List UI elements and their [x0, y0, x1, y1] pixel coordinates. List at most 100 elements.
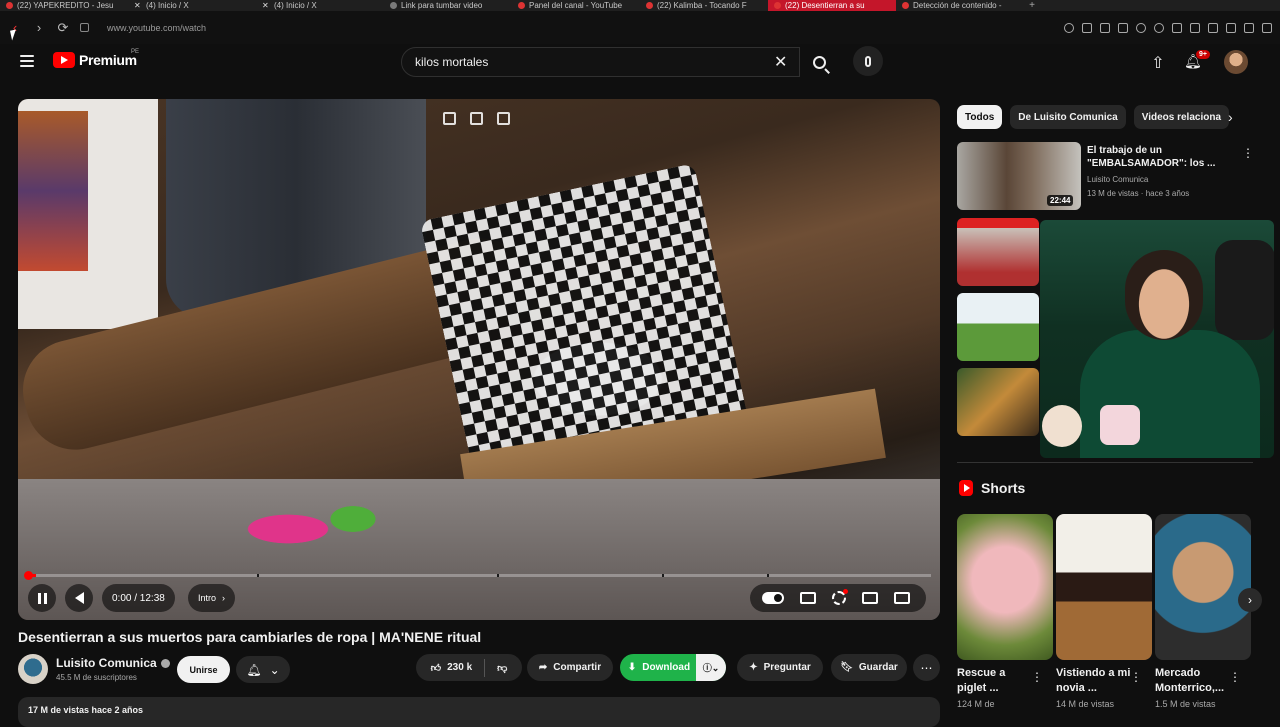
short-thumbnail[interactable] — [1056, 514, 1152, 660]
settings-gear-icon[interactable] — [832, 589, 848, 605]
recommended-title[interactable]: El trabajo de un "EMBALSAMADOR": los ... — [1087, 144, 1237, 170]
more-actions-icon[interactable]: ⋯ — [913, 654, 940, 681]
vertical-dots-icon[interactable]: ⋮ — [1229, 670, 1241, 684]
join-button[interactable]: Unirse — [177, 656, 230, 683]
upload-icon[interactable]: ⇧ — [1150, 53, 1166, 72]
browser-tab[interactable]: Detección de contenido - — [896, 0, 1024, 11]
description-box[interactable]: 17 M de vistas hace 2 años — [18, 697, 940, 727]
extensions-icon[interactable] — [1172, 22, 1182, 33]
browser-tab[interactable]: (22) Desentierran a su — [768, 0, 896, 11]
browser-tab[interactable]: ✕ (4) Inicio / X — [256, 0, 384, 11]
like-count[interactable]: 230 k — [447, 662, 472, 673]
chapter-button[interactable]: Intro › — [188, 584, 236, 612]
settings-icon[interactable] — [1226, 22, 1236, 33]
browser-tab[interactable]: ✕ (4) Inicio / X — [128, 0, 256, 11]
lock-icon — [80, 23, 89, 32]
voice-search-button[interactable] — [853, 46, 883, 76]
vertical-dots-icon[interactable]: ⋮ — [1031, 670, 1043, 684]
subscription-bell-button[interactable]: 🔔︎ ⌄ — [236, 656, 290, 683]
short-item[interactable]: Rescue a piglet ... 124 M de ⋮ — [957, 514, 1053, 709]
recommended-video[interactable]: 22:44 El trabajo de un "EMBALSAMADOR": l… — [957, 142, 1257, 210]
ai-icon[interactable] — [1244, 22, 1254, 33]
shorts-next-button[interactable]: › — [1238, 588, 1262, 612]
short-title[interactable]: Mercado Monterrico,... — [1155, 666, 1235, 696]
filter-chip[interactable]: Todos — [957, 105, 1003, 129]
shorts-title: Shorts — [981, 480, 1026, 496]
ask-label: Preguntar — [763, 662, 811, 673]
tab-label: Link para tumbar video — [401, 1, 483, 10]
zoom-icon[interactable] — [1064, 22, 1074, 33]
search-button[interactable] — [800, 47, 838, 77]
filter-chip[interactable]: Videos relaciona — [1133, 105, 1230, 129]
ask-button[interactable]: ✦ Preguntar — [737, 654, 823, 681]
short-thumbnail[interactable] — [957, 514, 1053, 660]
chips-next-icon[interactable]: › — [1228, 109, 1233, 125]
recommended-channel[interactable]: Luisito Comunica — [1087, 175, 1148, 184]
pin-icon[interactable] — [1082, 22, 1092, 33]
download-button[interactable]: ⬇ Download ⓘ⌄ — [620, 654, 726, 681]
progress-bar[interactable] — [24, 571, 931, 580]
clear-search-icon[interactable]: ✕ — [774, 52, 787, 72]
recommended-thumbnail[interactable] — [957, 218, 1039, 286]
play-icon[interactable] — [1136, 22, 1146, 33]
thumbs-up-icon[interactable]: 👍︎ — [431, 662, 441, 674]
download-label: Download — [642, 662, 691, 673]
theater-mode-icon[interactable] — [862, 592, 878, 604]
new-tab-button[interactable]: + — [1024, 0, 1040, 11]
video-player[interactable]: 0:00 / 12:38 Intro › — [18, 99, 940, 620]
streamer-webcam-overlay — [1040, 220, 1274, 458]
download-options-icon[interactable]: ⓘ⌄ — [696, 654, 726, 681]
tab-label: Panel del canal - YouTube — [529, 1, 623, 10]
bookmark-icon[interactable] — [1100, 22, 1110, 33]
search-input[interactable]: kilos mortales — [401, 47, 800, 77]
recommended-thumbnail[interactable] — [957, 368, 1039, 436]
browser-tab[interactable]: (22) Kalimba - Tocando F — [640, 0, 768, 11]
next-video-icon[interactable] — [497, 112, 510, 125]
hamburger-menu-icon[interactable] — [20, 55, 34, 67]
heart-icon[interactable] — [1154, 22, 1164, 33]
volume-button[interactable] — [65, 584, 93, 612]
cast-icon[interactable] — [470, 112, 483, 125]
short-title[interactable]: Vistiendo a mi novia ... — [1056, 666, 1136, 696]
chapter-marker — [497, 574, 499, 577]
url-field[interactable]: www.youtube.com/watch — [107, 23, 206, 33]
vertical-dots-icon[interactable]: ⋮ — [1130, 670, 1142, 684]
browser-tab[interactable]: Panel del canal - YouTube — [512, 0, 640, 11]
browser-tab[interactable]: (22) YAPEKREDITO - Jesu — [0, 0, 128, 11]
profile-icon[interactable] — [1190, 22, 1200, 33]
filter-chip[interactable]: De Luisito Comunica — [1010, 105, 1126, 129]
menu-icon[interactable] — [1262, 22, 1272, 33]
progress-scrubber[interactable] — [24, 571, 33, 580]
account-avatar[interactable] — [1224, 50, 1248, 74]
pause-button[interactable] — [28, 584, 56, 612]
logo-text: Premium — [79, 52, 137, 68]
youtube-icon — [774, 2, 781, 9]
browser-tab[interactable]: Link para tumbar video — [384, 0, 512, 11]
fullscreen-icon[interactable] — [894, 592, 910, 604]
short-title[interactable]: Rescue a piglet ... — [957, 666, 1037, 696]
youtube-premium-logo[interactable]: Premium PE — [53, 49, 139, 68]
short-item[interactable]: Vistiendo a mi novia ... 14 M de vistas … — [1056, 514, 1152, 709]
camera-icon[interactable] — [1118, 22, 1128, 33]
autoplay-toggle[interactable] — [762, 592, 784, 604]
recommended-thumbnail[interactable] — [957, 293, 1039, 361]
browser-address-bar: ‹ › ⟳ www.youtube.com/watch — [0, 11, 1280, 44]
webcam-plush-toy — [1042, 405, 1082, 447]
tab-label: (22) YAPEKREDITO - Jesu — [17, 1, 114, 10]
channel-name[interactable]: Luisito Comunica — [56, 656, 170, 670]
miniplayer-icon[interactable] — [443, 112, 456, 125]
save-button[interactable]: 🔖︎ Guardar — [831, 654, 907, 681]
vertical-dots-icon[interactable]: ⋮ — [1242, 146, 1254, 160]
downloads-icon[interactable] — [1208, 22, 1218, 33]
tab-label: (4) Inicio / X — [146, 1, 189, 10]
short-item[interactable]: Mercado Monterrico,... 1.5 M de vistas ⋮ — [1155, 514, 1251, 709]
subtitles-icon[interactable] — [800, 592, 816, 604]
time-text: 0:00 / 12:38 — [112, 592, 165, 604]
thumbs-down-icon[interactable]: 👎︎ — [497, 662, 507, 674]
share-button[interactable]: ➦ Compartir — [527, 654, 613, 681]
forward-arrow-icon[interactable]: › — [32, 20, 46, 35]
short-thumbnail[interactable] — [1155, 514, 1251, 660]
reload-icon[interactable]: ⟳ — [56, 20, 70, 36]
share-label: Compartir — [553, 662, 602, 673]
channel-avatar[interactable] — [18, 654, 48, 684]
